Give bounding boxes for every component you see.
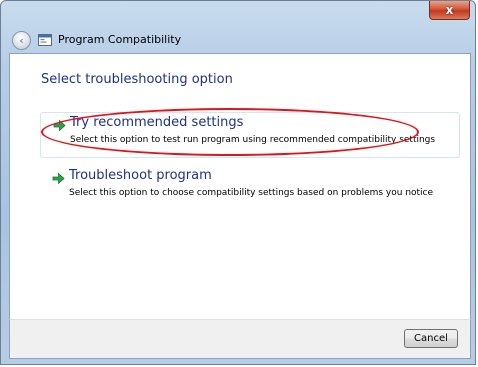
option-description: Select this option to test run program u… [70, 135, 436, 145]
button-bar: Cancel [9, 319, 471, 359]
close-button[interactable]: x [429, 1, 470, 20]
option-troubleshoot-program[interactable]: Troubleshoot program Select this option … [40, 166, 460, 212]
page-heading: Select troubleshooting option [41, 72, 233, 87]
window-title: Program Compatibility [58, 33, 182, 46]
cancel-button[interactable]: Cancel [404, 329, 458, 348]
option-description: Select this option to choose compatibili… [69, 188, 434, 198]
close-icon: x [445, 3, 454, 17]
back-button[interactable]: ‹ [12, 31, 31, 50]
navigation-bar: ‹ Program Compatibility [1, 27, 475, 53]
option-try-recommended-settings[interactable]: Try recommended settings Select this opt… [40, 112, 460, 158]
back-arrow-icon: ‹ [19, 34, 24, 47]
program-compatibility-window: x ‹ Program Compatibility Select trouble… [0, 0, 476, 365]
option-title: Troubleshoot program [69, 168, 212, 183]
green-arrow-icon [52, 172, 65, 185]
green-arrow-icon [53, 119, 66, 132]
program-icon [38, 34, 52, 46]
option-title: Try recommended settings [70, 115, 244, 130]
content-panel: Select troubleshooting option Try recomm… [9, 53, 471, 319]
